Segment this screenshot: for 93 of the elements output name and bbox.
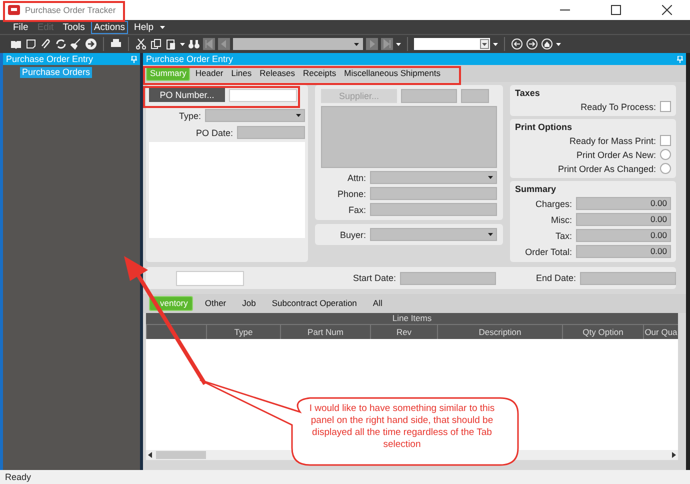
binoculars-icon[interactable]	[188, 38, 200, 50]
window-title: Purchase Order Tracker	[25, 5, 117, 15]
book-icon[interactable]	[10, 38, 22, 50]
panel-title: Purchase Order Entry	[6, 54, 94, 64]
column-header[interactable]: Qty Option	[562, 325, 643, 339]
group-title: Taxes	[515, 88, 541, 98]
radio-label: Print Order As New:	[576, 150, 656, 160]
field-label: Charges:	[535, 198, 572, 208]
radio-label: Print Order As Changed:	[558, 164, 656, 174]
checkbox[interactable]	[660, 101, 671, 112]
tab[interactable]: Miscellaneous Shipments	[341, 67, 444, 80]
field-label: PO Date:	[196, 128, 233, 138]
menu-item[interactable]: File	[10, 20, 32, 34]
tab[interactable]: Header	[192, 67, 226, 80]
tab[interactable]: Subcontract Operation	[262, 297, 361, 310]
print-icon[interactable]	[110, 38, 122, 50]
amount-field[interactable]: 0.00	[576, 197, 671, 210]
pin-icon[interactable]	[131, 56, 137, 62]
amount-field[interactable]: 0.00	[576, 229, 671, 242]
dropdown-button-icon[interactable]	[480, 39, 489, 49]
group-title: Print Options	[515, 122, 573, 132]
scroll-left-icon[interactable]	[148, 452, 152, 458]
caret-icon[interactable]	[354, 42, 359, 46]
checkbox-label: Ready for Mass Print:	[569, 136, 656, 146]
radio-button[interactable]	[660, 163, 671, 174]
po-date-field[interactable]	[237, 126, 305, 139]
radio-button[interactable]	[660, 149, 671, 160]
column-header[interactable]: Description	[437, 325, 562, 339]
caret-icon[interactable]	[556, 42, 561, 46]
maximize-icon[interactable]	[611, 5, 621, 15]
tab[interactable]: All	[362, 297, 386, 310]
address-field[interactable]	[321, 106, 497, 168]
phone-field[interactable]	[370, 187, 497, 200]
field-label: Phone:	[337, 188, 366, 198]
menu-item[interactable]: Help	[131, 20, 157, 34]
caret-icon[interactable]	[180, 42, 185, 46]
cut-icon[interactable]	[135, 38, 147, 50]
caret-icon[interactable]	[296, 114, 301, 117]
caret-icon[interactable]	[160, 26, 165, 28]
paperclip-icon[interactable]	[40, 38, 52, 50]
column-header[interactable]: Part Num	[280, 325, 370, 339]
column-header[interactable]: Type	[206, 325, 280, 339]
supplier-id-field[interactable]	[401, 89, 457, 103]
paste-icon[interactable]	[165, 38, 177, 50]
tab[interactable]: Job	[232, 297, 260, 310]
checkbox[interactable]	[660, 135, 671, 146]
panel-title: Purchase Order Entry	[146, 54, 234, 64]
field-label: Misc:	[551, 214, 572, 224]
field-label: Type:	[178, 110, 201, 120]
caret-icon[interactable]	[493, 42, 498, 46]
field-label: Fax:	[348, 204, 366, 214]
tab[interactable]: Lines	[228, 67, 255, 80]
fax-field[interactable]	[370, 203, 497, 216]
checkbox-label: Ready To Process:	[580, 102, 656, 112]
column-header[interactable]: Our Qua	[643, 325, 678, 339]
home-icon[interactable]	[541, 38, 553, 50]
field-label: Attn:	[347, 172, 366, 182]
field-label: End Date:	[536, 273, 576, 283]
tab[interactable]: Receipts	[300, 67, 340, 80]
group-title: Summary	[515, 184, 558, 194]
menu-item[interactable]: Tools	[60, 20, 88, 34]
field-label: Order Total:	[525, 246, 572, 256]
field-label: Tax:	[555, 230, 572, 240]
tab[interactable]: Other	[194, 297, 230, 310]
app-icon	[8, 5, 20, 15]
close-icon[interactable]	[662, 5, 672, 15]
refresh-icon[interactable]	[55, 38, 67, 50]
forward-icon[interactable]	[526, 38, 538, 50]
status-text: Ready	[5, 472, 32, 482]
scroll-right-icon[interactable]	[672, 452, 676, 458]
supplier-code-field[interactable]	[461, 89, 489, 103]
field-label: Start Date:	[352, 273, 396, 283]
note-icon[interactable]	[25, 38, 37, 50]
caret-icon[interactable]	[488, 233, 493, 236]
caret-icon[interactable]	[396, 42, 401, 46]
amount-field[interactable]: 0.00	[576, 213, 671, 226]
forward-icon[interactable]	[85, 38, 97, 50]
end-date-field[interactable]	[580, 272, 676, 284]
pin-icon[interactable]	[677, 56, 683, 62]
start-date-field[interactable]	[400, 272, 496, 284]
po-number-button[interactable]: PO Number...	[149, 88, 225, 102]
column-header[interactable]: Rev	[370, 325, 437, 339]
po-number-field[interactable]	[229, 88, 297, 102]
broom-icon[interactable]	[70, 38, 82, 50]
callout-text: I would like to have something similar to this panel on the right hand side, that should be displayed all the time regardless of the Tab selection	[308, 403, 496, 451]
copy-icon[interactable]	[150, 38, 162, 50]
tab[interactable]: Releases	[256, 67, 298, 80]
amount-field[interactable]: 0.00	[576, 245, 671, 258]
grid-title: Line Items	[146, 313, 678, 324]
caret-icon[interactable]	[488, 176, 493, 179]
text-field[interactable]	[176, 270, 244, 286]
field-label: Buyer:	[340, 230, 366, 240]
back-icon[interactable]	[511, 38, 523, 50]
